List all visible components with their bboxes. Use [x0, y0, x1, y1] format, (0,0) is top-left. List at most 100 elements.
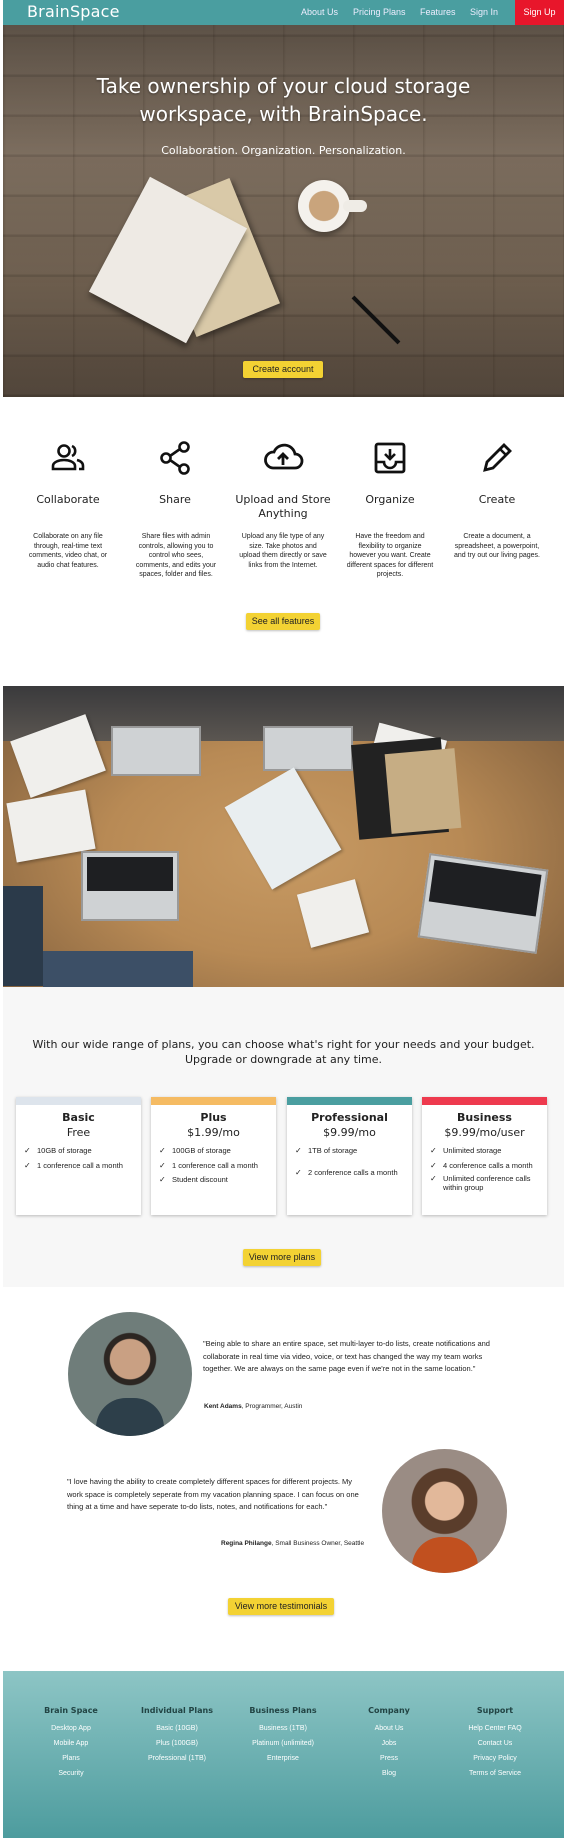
feature-title-line2: Anything — [258, 507, 308, 520]
footer-column-title: Business Plans — [249, 1706, 317, 1715]
laptop-image — [417, 853, 549, 954]
check-icon: ✓ — [295, 1146, 302, 1155]
plan-color-bar — [16, 1097, 141, 1105]
feature-desc: Upload any file type of any size. Take p… — [239, 533, 327, 569]
footer-link[interactable]: Terms of Service — [440, 1766, 550, 1781]
plans-intro-line2: Upgrade or downgrade at any time. — [184, 1053, 383, 1066]
footer-link[interactable]: Professional (1TB) — [122, 1751, 232, 1766]
view-more-plans-button[interactable]: View more plans — [243, 1249, 321, 1266]
testimonial-author-name: Kent Adams — [204, 1403, 242, 1410]
plan-feature: ✓ 10GB of storage — [16, 1146, 141, 1156]
blueprint-paper-image — [224, 767, 342, 890]
footer-column-business-plans: Business Plans Business (1TB) Platinum (… — [228, 1706, 338, 1766]
plan-color-bar — [151, 1097, 276, 1105]
check-icon: ✓ — [159, 1146, 166, 1155]
feature-title: Upload and Store Anything — [233, 493, 333, 521]
create-account-button[interactable]: Create account — [243, 361, 323, 378]
footer-link[interactable]: Plans — [16, 1751, 126, 1766]
plan-card-professional[interactable]: Professional $9.99/mo ✓ 1TB of storage ✓ 2… — [287, 1097, 412, 1215]
plan-feature-text: 2 conference calls a month — [308, 1168, 398, 1177]
laptop-image — [263, 726, 353, 771]
plan-price: $9.99/mo — [323, 1126, 376, 1139]
plan-feature: ✓ 1TB of storage — [287, 1146, 412, 1156]
check-icon: ✓ — [430, 1160, 437, 1170]
plan-card-plus[interactable]: Plus $1.99/mo ✓ 100GB of storage ✓ 1 confe… — [151, 1097, 276, 1215]
top-nav: BrainSpace About Us Pricing Plans Featur… — [3, 0, 564, 25]
plans-intro: With our wide range of plans, you can ch… — [3, 1037, 564, 1067]
feature-create: Create — [447, 440, 547, 507]
footer-link[interactable]: Blog — [334, 1766, 444, 1781]
signup-button[interactable]: Sign Up — [515, 0, 564, 25]
hero-section: Take ownership of your cloud storage wor… — [3, 25, 564, 397]
feature-desc: Share files with admin controls, allowin… — [135, 533, 217, 578]
footer-link[interactable]: Business (1TB) — [228, 1721, 338, 1736]
plan-color-bar — [287, 1097, 412, 1105]
feature-title: Create — [478, 493, 516, 506]
feature-share: Share — [125, 440, 225, 507]
footer-link[interactable]: Enterprise — [228, 1751, 338, 1766]
testimonial-quote: "I love having the ability to create com… — [67, 1477, 359, 1511]
footer-link[interactable]: Desktop App — [16, 1721, 126, 1736]
plan-name: Professional — [311, 1111, 388, 1124]
footer-link[interactable]: Jobs — [334, 1736, 444, 1751]
footer-column-company: Company About Us Jobs Press Blog — [334, 1706, 444, 1781]
plan-card-basic[interactable]: Basic Free ✓ 10GB of storage ✓ 1 conferenc… — [16, 1097, 141, 1215]
hero-title-line2: workspace, with BrainSpace. — [139, 102, 428, 126]
footer-column-title: Support — [476, 1706, 514, 1715]
plan-features: ✓ 10GB of storage ✓ 1 conference call a mo… — [16, 1146, 141, 1171]
feature-title: Share — [159, 493, 191, 506]
plan-name: Business — [457, 1111, 512, 1124]
footer-column-brainspace: Brain Space Desktop App Mobile App Plans… — [16, 1706, 126, 1781]
nav-link-pricing[interactable]: Pricing Plans — [353, 7, 406, 17]
footer-link[interactable]: Basic (10GB) — [122, 1721, 232, 1736]
plan-feature-text: 1 conference call a month — [37, 1160, 123, 1170]
footer-link[interactable]: Platinum (unlimited) — [228, 1736, 338, 1751]
footer-link[interactable]: Privacy Policy — [440, 1751, 550, 1766]
footer-link[interactable]: Contact Us — [440, 1736, 550, 1751]
feature-organize: Organize — [340, 440, 440, 507]
plan-feature: ✓ 4 conference calls a month — [422, 1161, 547, 1171]
plan-feature: ✓ 1 conference call a month — [151, 1161, 276, 1171]
logo[interactable]: BrainSpace — [27, 2, 120, 21]
footer-link[interactable]: Security — [16, 1766, 126, 1781]
share-icon — [160, 441, 190, 475]
footer-column-title: Company — [368, 1706, 410, 1715]
feature-desc: Create a document, a spreadsheet, a powe… — [454, 533, 540, 559]
plan-feature-text: Student discount — [172, 1175, 228, 1184]
footer-link[interactable]: Mobile App — [16, 1736, 126, 1751]
plan-features: ✓ Unlimited storage ✓ 4 conference calls a… — [422, 1146, 547, 1192]
feature-collaborate: Collaborate — [18, 440, 118, 507]
plan-feature-text: Unlimited conference calls within group — [443, 1174, 531, 1192]
hero-pen-image — [351, 295, 401, 345]
feature-upload: Upload and Store Anything — [233, 440, 333, 521]
plan-feature: ✓ 1 conference call a month — [16, 1161, 141, 1171]
footer-link[interactable]: Press — [334, 1751, 444, 1766]
testimonial-author-name: Regina Philange — [221, 1540, 272, 1547]
plan-card-business[interactable]: Business $9.99/mo/user ✓ Unlimited storag… — [422, 1097, 547, 1215]
hero-subtitle: Collaboration. Organization. Personaliza… — [161, 144, 406, 157]
see-all-features-button[interactable]: See all features — [246, 613, 320, 630]
footer-link[interactable]: Help Center FAQ — [440, 1721, 550, 1736]
testimonial-author-role: , Programmer, Austin — [241, 1403, 303, 1410]
nav-link-signin[interactable]: Sign In — [470, 7, 498, 17]
people-icon — [51, 444, 85, 471]
plan-feature-text: 1TB of storage — [308, 1146, 358, 1155]
laptop-screen — [428, 859, 542, 917]
footer-link[interactable]: Plus (100GB) — [122, 1736, 232, 1751]
check-icon: ✓ — [159, 1160, 166, 1170]
avatar-kent-adams — [68, 1312, 192, 1436]
cloud-upload-icon — [264, 443, 304, 470]
plan-feature: ✓ Unlimited conference calls within group — [422, 1174, 547, 1192]
hero-cup-handle — [343, 200, 367, 212]
footer-link[interactable]: About Us — [334, 1721, 444, 1736]
view-more-testimonials-button[interactable]: View more testimonials — [228, 1598, 334, 1615]
feature-title: Organize — [365, 493, 415, 506]
nav-link-features[interactable]: Features — [420, 7, 456, 17]
plan-name: Basic — [62, 1111, 95, 1124]
plan-color-bar — [422, 1097, 547, 1105]
hero-title-line1: Take ownership of your cloud storage — [96, 74, 471, 98]
nav-link-about[interactable]: About Us — [301, 7, 338, 17]
pencil-icon — [483, 443, 512, 472]
plan-name: Plus — [200, 1111, 227, 1124]
check-icon: ✓ — [159, 1175, 166, 1184]
